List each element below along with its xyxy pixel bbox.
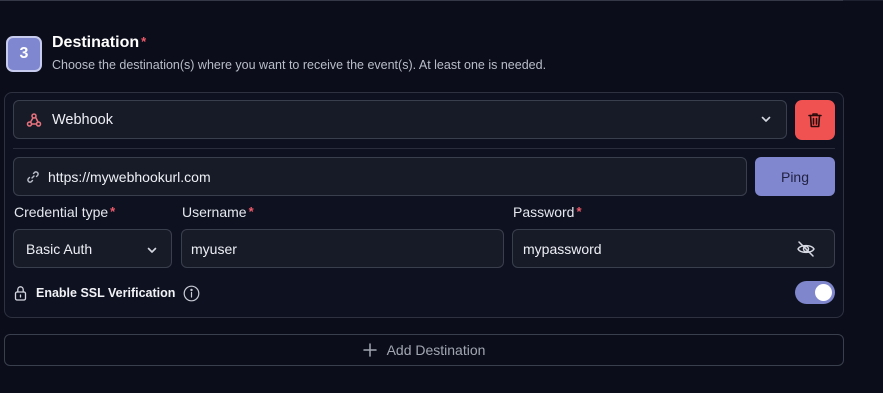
card-divider [13, 148, 835, 149]
chevron-down-icon [760, 113, 772, 125]
required-marker: * [141, 34, 147, 49]
step-number-badge: 3 [6, 36, 42, 72]
password-value: mypassword [523, 240, 602, 257]
info-icon[interactable] [183, 285, 200, 302]
username-label: Username * [182, 204, 254, 220]
lock-icon [14, 285, 27, 301]
required-marker: * [110, 204, 116, 219]
username-input[interactable]: myuser [181, 229, 504, 268]
eye-off-icon[interactable] [796, 239, 816, 259]
step-title-text: Destination [52, 34, 140, 51]
destination-type-select[interactable]: Webhook [13, 100, 787, 139]
delete-destination-button[interactable] [795, 100, 835, 140]
username-value: myuser [191, 240, 237, 257]
destination-section: 3 Destination * Choose the destination(s)… [0, 0, 883, 393]
webhook-icon [26, 112, 42, 128]
trash-icon [806, 111, 824, 129]
step-description: Choose the destination(s) where you want… [52, 58, 547, 72]
credential-type-label-text: Credential type [14, 204, 109, 220]
plus-icon [362, 343, 377, 357]
add-destination-label: Add Destination [386, 342, 486, 358]
section-divider [0, 0, 843, 1]
password-label: Password * [513, 204, 582, 220]
required-marker: * [248, 204, 254, 219]
step-title: Destination * [52, 34, 146, 52]
required-marker: * [576, 204, 582, 219]
ping-button[interactable]: Ping [755, 157, 835, 196]
password-input[interactable]: mypassword [512, 229, 835, 268]
ssl-verification-label: Enable SSL Verification [36, 286, 176, 300]
credential-type-label: Credential type * [14, 204, 115, 220]
destination-type-label: Webhook [52, 111, 113, 128]
webhook-url-input[interactable]: https://mywebhookurl.com [13, 157, 747, 196]
right-rule [843, 0, 883, 1]
credential-type-select[interactable]: Basic Auth [13, 229, 172, 268]
link-icon [26, 170, 40, 184]
credential-type-value: Basic Auth [26, 240, 93, 257]
ssl-verification-toggle[interactable] [795, 281, 835, 304]
username-label-text: Username [182, 204, 247, 220]
password-label-text: Password [513, 204, 575, 220]
chevron-down-icon [146, 244, 158, 256]
toggle-knob [815, 284, 832, 301]
add-destination-button[interactable]: Add Destination [4, 334, 844, 366]
ssl-verification-row: Enable SSL Verification [14, 284, 200, 302]
webhook-url-value: https://mywebhookurl.com [48, 168, 211, 185]
